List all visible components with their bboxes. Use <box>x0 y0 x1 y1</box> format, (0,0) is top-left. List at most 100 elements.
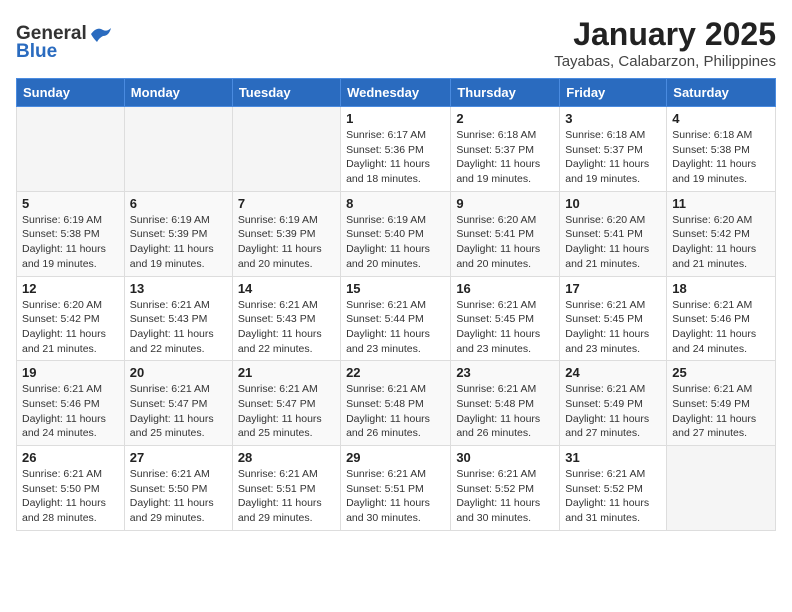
table-row <box>232 107 340 192</box>
day-info: Sunrise: 6:21 AM Sunset: 5:43 PM Dayligh… <box>238 298 335 357</box>
day-info: Sunrise: 6:17 AM Sunset: 5:36 PM Dayligh… <box>346 128 445 187</box>
table-row <box>124 107 232 192</box>
day-info: Sunrise: 6:21 AM Sunset: 5:47 PM Dayligh… <box>238 382 335 441</box>
day-info: Sunrise: 6:21 AM Sunset: 5:48 PM Dayligh… <box>346 382 445 441</box>
day-info: Sunrise: 6:21 AM Sunset: 5:44 PM Dayligh… <box>346 298 445 357</box>
calendar-week-row: 1Sunrise: 6:17 AM Sunset: 5:36 PM Daylig… <box>17 107 776 192</box>
day-info: Sunrise: 6:21 AM Sunset: 5:46 PM Dayligh… <box>22 382 119 441</box>
table-row: 9Sunrise: 6:20 AM Sunset: 5:41 PM Daylig… <box>451 191 560 276</box>
table-row: 4 Sunrise: 6:18 AM Sunset: 5:38 PM Daylig… <box>667 107 776 192</box>
day-info: Sunrise: 6:20 AM Sunset: 5:42 PM Dayligh… <box>22 298 119 357</box>
table-row: 16Sunrise: 6:21 AM Sunset: 5:45 PM Dayli… <box>451 276 560 361</box>
header-sunday: Sunday <box>17 79 125 107</box>
table-row: 18Sunrise: 6:21 AM Sunset: 5:46 PM Dayli… <box>667 276 776 361</box>
day-number: 5 <box>22 196 119 211</box>
table-row: 21Sunrise: 6:21 AM Sunset: 5:47 PM Dayli… <box>232 361 340 446</box>
day-number: 8 <box>346 196 445 211</box>
day-number: 13 <box>130 281 227 296</box>
table-row: 20 Sunrise: 6:21 AM Sunset: 5:47 PM Dayli… <box>124 361 232 446</box>
day-number: 3 <box>565 111 661 126</box>
header-saturday: Saturday <box>667 79 776 107</box>
day-info: Sunrise: 6:21 AM Sunset: 5:51 PM Dayligh… <box>346 467 445 526</box>
table-row: 28 Sunrise: 6:21 AM Sunset: 5:51 PM Dayli… <box>232 446 340 531</box>
header-wednesday: Wednesday <box>341 79 451 107</box>
day-info: Sunrise: 6:18 AM Sunset: 5:37 PM Dayligh… <box>565 128 661 187</box>
table-row: 14Sunrise: 6:21 AM Sunset: 5:43 PM Dayli… <box>232 276 340 361</box>
day-number: 25 <box>672 365 770 380</box>
calendar-week-row: 26 Sunrise: 6:21 AM Sunset: 5:50 PM Dayli… <box>17 446 776 531</box>
day-info: Sunrise: 6:21 AM Sunset: 5:50 PM Dayligh… <box>130 467 227 526</box>
page-header: General Blue January 2025 Tayabas, Calab… <box>16 16 776 70</box>
table-row: 22 Sunrise: 6:21 AM Sunset: 5:48 PM Dayli… <box>341 361 451 446</box>
day-number: 10 <box>565 196 661 211</box>
day-info: Sunrise: 6:20 AM Sunset: 5:41 PM Dayligh… <box>456 213 554 272</box>
logo-bird-icon <box>89 26 111 42</box>
title-area: January 2025 Tayabas, Calabarzon, Philip… <box>554 16 776 70</box>
table-row: 26 Sunrise: 6:21 AM Sunset: 5:50 PM Dayli… <box>17 446 125 531</box>
location-text: Tayabas, Calabarzon, Philippines <box>554 53 776 70</box>
table-row: 10Sunrise: 6:20 AM Sunset: 5:41 PM Dayli… <box>560 191 667 276</box>
table-row: 29 Sunrise: 6:21 AM Sunset: 5:51 PM Dayli… <box>341 446 451 531</box>
day-number: 31 <box>565 450 661 465</box>
day-info: Sunrise: 6:21 AM Sunset: 5:47 PM Dayligh… <box>130 382 227 441</box>
table-row: 5 Sunrise: 6:19 AM Sunset: 5:38 PM Daylig… <box>17 191 125 276</box>
day-number: 4 <box>672 111 770 126</box>
day-info: Sunrise: 6:21 AM Sunset: 5:49 PM Dayligh… <box>672 382 770 441</box>
day-number: 30 <box>456 450 554 465</box>
day-number: 11 <box>672 196 770 211</box>
table-row <box>667 446 776 531</box>
table-row: 11Sunrise: 6:20 AM Sunset: 5:42 PM Dayli… <box>667 191 776 276</box>
table-row: 23 Sunrise: 6:21 AM Sunset: 5:48 PM Dayli… <box>451 361 560 446</box>
table-row: 1Sunrise: 6:17 AM Sunset: 5:36 PM Daylig… <box>341 107 451 192</box>
day-number: 28 <box>238 450 335 465</box>
table-row: 25 Sunrise: 6:21 AM Sunset: 5:49 PM Dayli… <box>667 361 776 446</box>
header-monday: Monday <box>124 79 232 107</box>
day-number: 22 <box>346 365 445 380</box>
day-number: 29 <box>346 450 445 465</box>
table-row: 17 Sunrise: 6:21 AM Sunset: 5:45 PM Dayli… <box>560 276 667 361</box>
day-number: 17 <box>565 281 661 296</box>
table-row: 31Sunrise: 6:21 AM Sunset: 5:52 PM Dayli… <box>560 446 667 531</box>
day-info: Sunrise: 6:21 AM Sunset: 5:45 PM Dayligh… <box>565 298 661 357</box>
day-number: 24 <box>565 365 661 380</box>
day-info: Sunrise: 6:18 AM Sunset: 5:38 PM Dayligh… <box>672 128 770 187</box>
day-number: 19 <box>22 365 119 380</box>
day-number: 2 <box>456 111 554 126</box>
day-info: Sunrise: 6:21 AM Sunset: 5:48 PM Dayligh… <box>456 382 554 441</box>
day-info: Sunrise: 6:19 AM Sunset: 5:38 PM Dayligh… <box>22 213 119 272</box>
logo-blue-text: Blue <box>16 41 57 63</box>
calendar-week-row: 19 Sunrise: 6:21 AM Sunset: 5:46 PM Dayli… <box>17 361 776 446</box>
table-row: 27 Sunrise: 6:21 AM Sunset: 5:50 PM Dayli… <box>124 446 232 531</box>
day-number: 26 <box>22 450 119 465</box>
table-row: 12 Sunrise: 6:20 AM Sunset: 5:42 PM Dayli… <box>17 276 125 361</box>
month-title: January 2025 <box>554 16 776 53</box>
table-row: 8Sunrise: 6:19 AM Sunset: 5:40 PM Daylig… <box>341 191 451 276</box>
day-number: 27 <box>130 450 227 465</box>
calendar-week-row: 5 Sunrise: 6:19 AM Sunset: 5:38 PM Daylig… <box>17 191 776 276</box>
header-tuesday: Tuesday <box>232 79 340 107</box>
day-info: Sunrise: 6:21 AM Sunset: 5:46 PM Dayligh… <box>672 298 770 357</box>
calendar-table: Sunday Monday Tuesday Wednesday Thursday… <box>16 78 776 531</box>
day-info: Sunrise: 6:19 AM Sunset: 5:39 PM Dayligh… <box>238 213 335 272</box>
day-number: 6 <box>130 196 227 211</box>
day-info: Sunrise: 6:18 AM Sunset: 5:37 PM Dayligh… <box>456 128 554 187</box>
day-info: Sunrise: 6:21 AM Sunset: 5:49 PM Dayligh… <box>565 382 661 441</box>
table-row <box>17 107 125 192</box>
day-info: Sunrise: 6:21 AM Sunset: 5:43 PM Dayligh… <box>130 298 227 357</box>
header-thursday: Thursday <box>451 79 560 107</box>
day-info: Sunrise: 6:19 AM Sunset: 5:39 PM Dayligh… <box>130 213 227 272</box>
day-number: 23 <box>456 365 554 380</box>
table-row: 30Sunrise: 6:21 AM Sunset: 5:52 PM Dayli… <box>451 446 560 531</box>
day-number: 12 <box>22 281 119 296</box>
day-number: 16 <box>456 281 554 296</box>
table-row: 15Sunrise: 6:21 AM Sunset: 5:44 PM Dayli… <box>341 276 451 361</box>
day-number: 7 <box>238 196 335 211</box>
table-row: 13 Sunrise: 6:21 AM Sunset: 5:43 PM Dayli… <box>124 276 232 361</box>
day-info: Sunrise: 6:21 AM Sunset: 5:50 PM Dayligh… <box>22 467 119 526</box>
calendar-header-row: Sunday Monday Tuesday Wednesday Thursday… <box>17 79 776 107</box>
calendar-week-row: 12 Sunrise: 6:20 AM Sunset: 5:42 PM Dayli… <box>17 276 776 361</box>
table-row: 3 Sunrise: 6:18 AM Sunset: 5:37 PM Daylig… <box>560 107 667 192</box>
day-number: 20 <box>130 365 227 380</box>
table-row: 7 Sunrise: 6:19 AM Sunset: 5:39 PM Daylig… <box>232 191 340 276</box>
day-info: Sunrise: 6:21 AM Sunset: 5:51 PM Dayligh… <box>238 467 335 526</box>
